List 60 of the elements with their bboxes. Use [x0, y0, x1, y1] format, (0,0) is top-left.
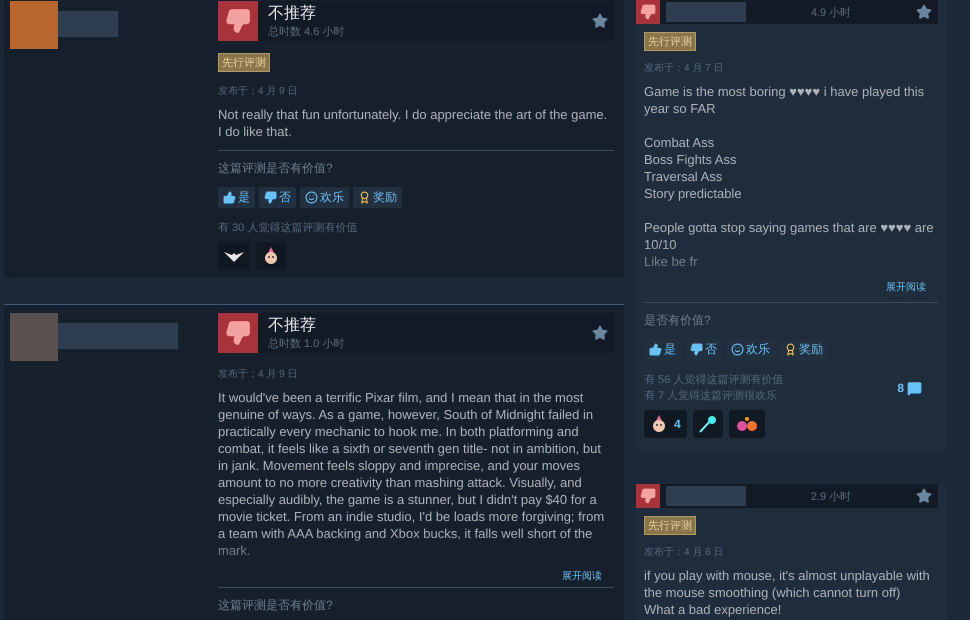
early-access-tag: 先行评测 — [644, 516, 696, 535]
thumbs-up-icon — [223, 191, 236, 204]
helpful-prompt: 是否有价值? — [644, 312, 712, 329]
award-icon — [358, 191, 371, 204]
recommendation-label: 不推荐 — [268, 316, 317, 336]
playtime-label: 4.9 小时 — [810, 6, 852, 20]
playtime-label: 总时数 4.6 小时 — [268, 25, 346, 39]
thumbs-down-badge — [636, 484, 660, 508]
comment-count[interactable]: 8 — [897, 372, 922, 404]
posted-date: 发布于：4 月 9 日 — [218, 85, 298, 98]
award-icon — [784, 343, 797, 356]
comment-icon — [907, 380, 922, 396]
comet-icon — [698, 415, 717, 433]
vote-button[interactable]: 是 — [218, 187, 255, 208]
recommendation-label: 不推荐 — [268, 4, 317, 24]
thumbs-up-icon — [649, 343, 662, 356]
vote-button[interactable]: 奖励 — [353, 187, 402, 208]
thumbs-down-badge — [218, 1, 258, 41]
username-placeholder — [58, 11, 118, 37]
face-award-icon — [262, 247, 280, 265]
posted-date: 发布于：4 月 6 日 — [644, 546, 724, 559]
helpful-count: 有 30 人觉得这篇评测有价值 — [218, 220, 358, 236]
vote-button[interactable]: 欢乐 — [300, 187, 349, 208]
posted-date: 发布于：4 月 9 日 — [218, 368, 298, 381]
helpful-count: 有 56 人觉得这篇评测有价值 — [644, 372, 784, 388]
read-more-link[interactable]: 展开阅读 — [886, 280, 926, 294]
thumbs-down-badge — [218, 313, 258, 353]
thumbs-down-badge — [636, 0, 660, 24]
review-text: It would've been a terrific Pixar film, and I mean that in the most genuine of ways. As a game, however, South of Midnight failed in practically every mechanic to hook me. In both platforming and combat, it feels like a sixth or seventh gen title- not in ambition, but in jank. Movement feels sloppy and imprecise, and your moves amount to no more creativity than mashing attack. Visually, and especially audibly, the game is a stunner, but I didn't pay $40 for a movie ticket. From an indie studio, I'd be loads more forgiving; from a team with AAA backing and Xbox bucks, it falls well short of the mark. — [218, 389, 606, 559]
avatar-placeholder — [10, 313, 58, 361]
vote-button[interactable]: 否 — [259, 187, 296, 208]
face-award-icon — [650, 415, 668, 433]
star-icon[interactable] — [592, 13, 608, 29]
early-access-tag: 先行评测 — [644, 32, 696, 51]
award-chip[interactable]: 4 — [644, 410, 687, 438]
thumbs-down-icon — [264, 191, 277, 204]
smile-icon — [305, 191, 318, 204]
thumbs-down-icon — [690, 343, 703, 356]
posted-date: 发布于：4 月 7 日 — [644, 62, 724, 75]
star-icon[interactable] — [592, 325, 608, 341]
flowers-icon — [734, 416, 759, 432]
smile-icon — [731, 343, 744, 356]
review-text: Game is the most boring ♥♥♥♥ i have played this year so FAR Combat Ass Boss Fights Ass Traversal Ass Story predictable People gotta stop saying games that are ♥♥♥♥ are 10/10 Like be fr — [644, 83, 935, 270]
playtime-label: 总时数 1.0 小时 — [268, 337, 346, 351]
helpful-count: 有 7 人觉得这篇评测很欢乐 — [644, 388, 778, 404]
award-chip[interactable] — [728, 410, 765, 438]
award-count: 4 — [674, 417, 681, 431]
playtime-label: 2.9 小时 — [810, 490, 852, 504]
helpful-prompt: 这篇评测是否有价值? — [218, 160, 334, 177]
star-icon[interactable] — [916, 4, 932, 20]
award-chip[interactable] — [692, 410, 723, 438]
early-access-tag: 先行评测 — [218, 53, 270, 72]
award-chip[interactable] — [218, 242, 250, 270]
avatar-placeholder — [10, 1, 58, 49]
review-text: if you play with mouse, it's almost unplayable with the mouse smoothing (which cannot turn off) What a bad experience! — [644, 567, 931, 618]
review-text: Not really that fun unfortunately. I do appreciate the art of the game. I do like that. — [218, 106, 608, 140]
award-chip[interactable] — [256, 242, 286, 270]
star-icon[interactable] — [916, 488, 932, 504]
helpful-prompt: 这篇评测是否有价值? — [218, 597, 334, 614]
read-more-link[interactable]: 展开阅读 — [562, 569, 602, 583]
